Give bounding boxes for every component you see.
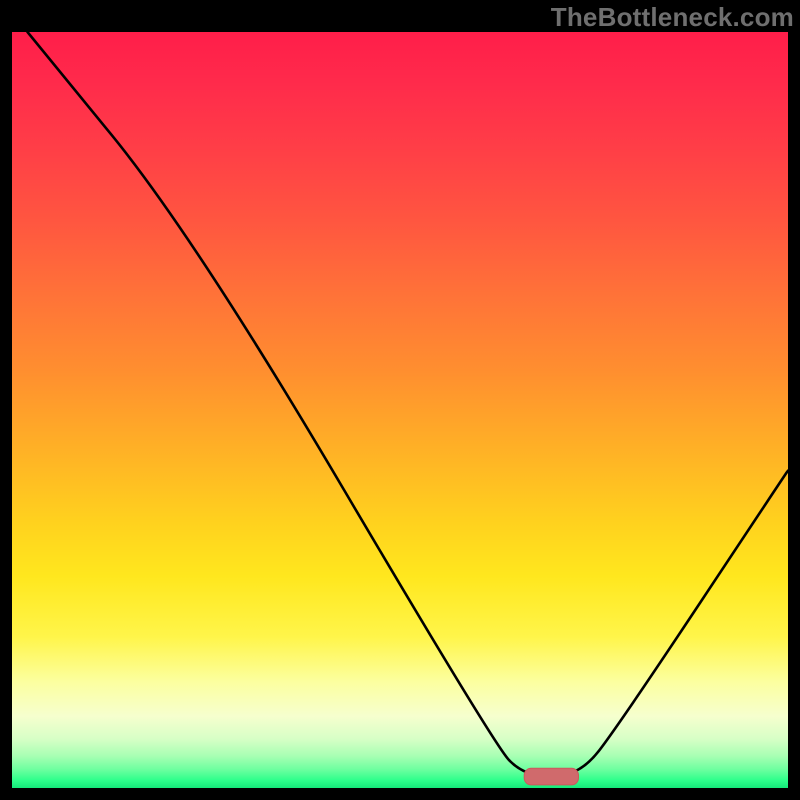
chart-svg (12, 32, 788, 788)
optimal-marker (524, 768, 578, 785)
plot-area (12, 32, 788, 788)
gradient-background (12, 32, 788, 788)
chart-frame: TheBottleneck.com (0, 0, 800, 800)
watermark-text: TheBottleneck.com (551, 2, 794, 33)
